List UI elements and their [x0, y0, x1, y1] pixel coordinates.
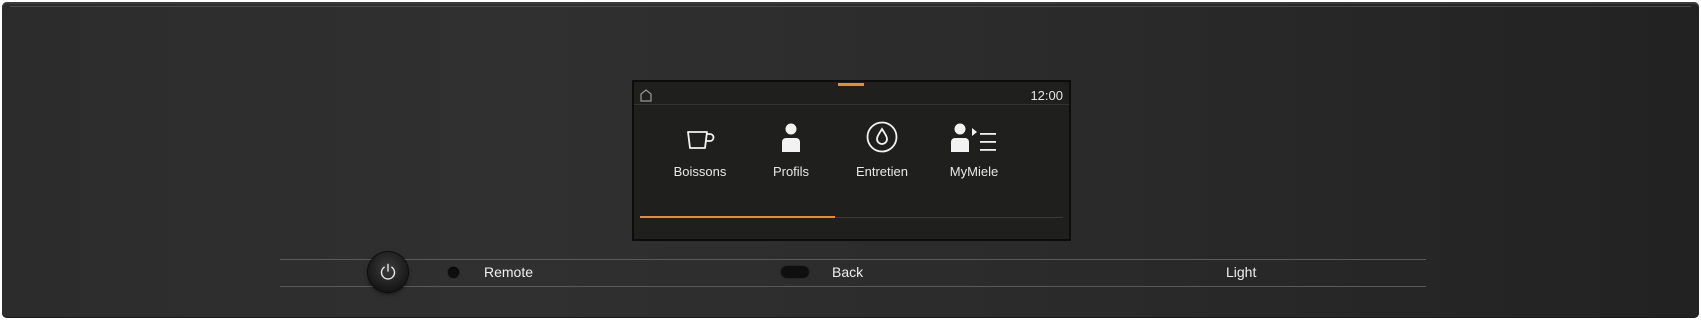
light-button[interactable]: Light	[1226, 264, 1256, 280]
coffee-cup-icon	[652, 120, 748, 154]
user-menu-icon	[926, 120, 1022, 154]
menu-label-profils: Profils	[772, 164, 810, 179]
water-drop-icon	[834, 120, 930, 154]
remote-label: Remote	[484, 264, 534, 280]
control-rail-bottom	[280, 286, 1426, 287]
panel-top-edge	[10, 6, 1691, 7]
menu-label-entretien: Entretien	[855, 164, 909, 179]
back-label: Back	[832, 264, 864, 280]
menu-label-boissons: Boissons	[673, 164, 727, 179]
person-icon	[743, 120, 839, 154]
power-button[interactable]	[368, 252, 408, 292]
control-rail-top	[280, 259, 1426, 260]
menu-item-profils[interactable]: Profils	[743, 120, 839, 182]
touch-display[interactable]: 12:00 Boissons Profils Entretien MyMiele	[632, 80, 1071, 241]
menu-item-boissons[interactable]: Boissons	[652, 120, 748, 182]
menu-item-mymiele[interactable]: MyMiele	[926, 120, 1022, 182]
page-indicator	[838, 83, 864, 86]
menu-label-mymiele: MyMiele	[949, 164, 999, 179]
remote-indicator-light	[448, 267, 459, 278]
back-button[interactable]	[781, 266, 809, 278]
home-icon[interactable]	[639, 88, 653, 102]
page-progress-fill	[640, 216, 835, 218]
clock: 12:00	[1030, 88, 1063, 103]
header-divider	[634, 104, 1069, 105]
power-icon	[380, 263, 396, 280]
menu-item-entretien[interactable]: Entretien	[834, 120, 930, 182]
